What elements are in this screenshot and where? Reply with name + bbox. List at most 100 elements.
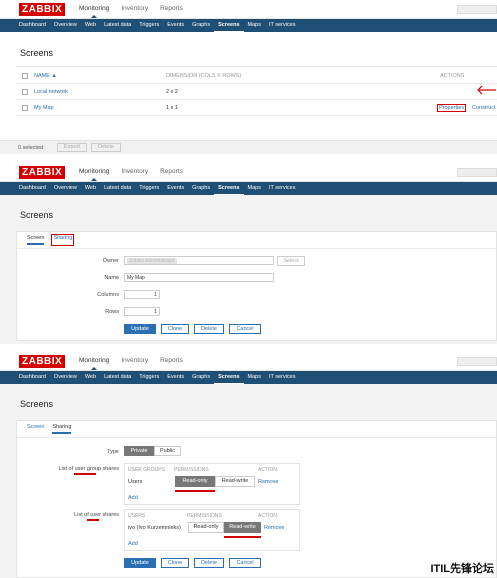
user-row-name: ivo (Ivo Kurzemnieks) <box>128 525 181 531</box>
col-user-groups: USER GROUPS <box>128 467 165 473</box>
subnav-triggers[interactable]: Triggers <box>135 371 163 384</box>
export-button[interactable]: Export <box>57 143 87 152</box>
columns-input[interactable]: 1 <box>124 290 160 299</box>
search-input[interactable] <box>457 168 497 177</box>
subnav-dashboard[interactable]: Dashboard <box>15 182 50 195</box>
top-nav: Monitoring Inventory Reports <box>79 357 183 370</box>
topnav-reports[interactable]: Reports <box>160 5 183 18</box>
subnav-web[interactable]: Web <box>81 19 100 32</box>
subnav-screens[interactable]: Screens <box>214 182 244 195</box>
user-readonly-toggle[interactable]: Read-only <box>188 522 224 533</box>
row-checkbox[interactable] <box>22 89 28 95</box>
columns-label: Columns <box>97 292 119 298</box>
rows-input[interactable]: 1 <box>124 307 160 316</box>
select-button[interactable]: Select <box>277 256 305 266</box>
group-add-link[interactable]: Add <box>128 495 138 501</box>
tab-sharing[interactable]: Sharing <box>51 234 75 246</box>
subnav-maps[interactable]: Maps <box>244 371 265 384</box>
name-label: Name <box>104 275 119 281</box>
properties-link[interactable]: Properties <box>437 104 467 112</box>
tab-screen[interactable]: Screen <box>27 424 44 434</box>
topnav-monitoring[interactable]: Monitoring <box>79 168 109 181</box>
search-input[interactable] <box>457 357 497 366</box>
row-checkbox[interactable] <box>22 105 28 111</box>
row-name-local-network[interactable]: Local network <box>34 89 68 95</box>
delete-button[interactable]: Delete <box>91 143 121 152</box>
subnav-overview[interactable]: Overview <box>50 371 81 384</box>
subnav-it-services[interactable]: IT services <box>265 19 300 32</box>
subnav-screens[interactable]: Screens <box>214 19 244 32</box>
subnav-web[interactable]: Web <box>81 371 100 384</box>
subnav-overview[interactable]: Overview <box>50 182 81 195</box>
delete-button[interactable]: Delete <box>194 324 224 334</box>
row-dimension: 2 x 2 <box>166 89 178 95</box>
topnav-inventory[interactable]: Inventory <box>121 5 148 18</box>
clone-button[interactable]: Clone <box>161 324 189 334</box>
subnav-latest-data[interactable]: Latest data <box>100 19 135 32</box>
subnav-graphs[interactable]: Graphs <box>188 19 214 32</box>
subnav-dashboard[interactable]: Dashboard <box>15 19 50 32</box>
subnav-events[interactable]: Events <box>163 182 188 195</box>
zabbix-logo[interactable]: ZABBIX <box>19 3 66 16</box>
subnav-events[interactable]: Events <box>163 371 188 384</box>
user-add-link[interactable]: Add <box>128 541 138 547</box>
top-bar: ZABBIX Monitoring Inventory Reports <box>0 352 497 371</box>
update-button[interactable]: Update <box>124 324 156 334</box>
topnav-monitoring[interactable]: Monitoring <box>79 357 109 370</box>
topnav-inventory[interactable]: Inventory <box>121 168 148 181</box>
subnav-triggers[interactable]: Triggers <box>135 182 163 195</box>
search-input[interactable] <box>457 5 497 14</box>
col-actions-header: ACTIONS <box>440 73 465 79</box>
cancel-button[interactable]: Cancel <box>229 324 261 334</box>
update-button[interactable]: Update <box>124 558 156 568</box>
subnav-it-services[interactable]: IT services <box>265 371 300 384</box>
zabbix-logo[interactable]: ZABBIX <box>19 166 66 179</box>
top-nav: Monitoring Inventory Reports <box>79 168 183 181</box>
owner-value: Zabbix Administrator <box>127 258 177 264</box>
col-name-header[interactable]: NAME ▲ <box>34 73 57 79</box>
subnav-graphs[interactable]: Graphs <box>188 182 214 195</box>
subnav-latest-data[interactable]: Latest data <box>100 371 135 384</box>
group-remove-link[interactable]: Remove <box>258 479 278 485</box>
user-remove-link[interactable]: Remove <box>264 525 284 531</box>
type-label: Type <box>107 449 119 455</box>
type-private-toggle[interactable]: Private <box>124 446 154 456</box>
subnav-maps[interactable]: Maps <box>244 19 265 32</box>
topnav-inventory[interactable]: Inventory <box>121 357 148 370</box>
type-public-toggle[interactable]: Public <box>154 446 181 456</box>
subnav-dashboard[interactable]: Dashboard <box>15 371 50 384</box>
tab-screen[interactable]: Screen <box>27 235 45 245</box>
subnav-maps[interactable]: Maps <box>244 182 265 195</box>
user-group-shares-label: List of user group shares <box>58 466 119 472</box>
col-action: ACTION <box>258 513 277 519</box>
top-bar: ZABBIX Monitoring Inventory Reports <box>0 163 497 182</box>
cancel-button[interactable]: Cancel <box>229 558 261 568</box>
subnav-latest-data[interactable]: Latest data <box>100 182 135 195</box>
tab-bar: Screen Sharing <box>17 232 496 249</box>
page-title: Screens <box>20 48 54 58</box>
zabbix-logo[interactable]: ZABBIX <box>19 355 66 368</box>
owner-field[interactable]: Zabbix Administrator <box>124 256 274 265</box>
subnav-triggers[interactable]: Triggers <box>135 19 163 32</box>
delete-button[interactable]: Delete <box>194 558 224 568</box>
tab-sharing[interactable]: Sharing <box>52 424 72 434</box>
subnav-events[interactable]: Events <box>163 19 188 32</box>
subnav-it-services[interactable]: IT services <box>265 182 300 195</box>
topnav-reports[interactable]: Reports <box>160 357 183 370</box>
name-input[interactable]: My Map <box>124 273 274 282</box>
group-readonly-toggle[interactable]: Read-only <box>175 476 215 487</box>
constructor-link[interactable]: Construct <box>472 105 496 111</box>
clone-button[interactable]: Clone <box>161 558 189 568</box>
subnav-web[interactable]: Web <box>81 182 100 195</box>
subnav-graphs[interactable]: Graphs <box>188 371 214 384</box>
group-readwrite-toggle[interactable]: Read-write <box>215 476 255 487</box>
topnav-reports[interactable]: Reports <box>160 168 183 181</box>
row-name-my-map[interactable]: My Map <box>34 105 54 111</box>
subnav-screens[interactable]: Screens <box>214 371 244 384</box>
group-row-name: Users <box>128 479 143 485</box>
arrow-left-icon <box>477 85 496 95</box>
select-all-checkbox[interactable] <box>22 73 28 79</box>
user-readwrite-toggle[interactable]: Read-write <box>224 522 261 533</box>
topnav-monitoring[interactable]: Monitoring <box>79 5 109 18</box>
subnav-overview[interactable]: Overview <box>50 19 81 32</box>
